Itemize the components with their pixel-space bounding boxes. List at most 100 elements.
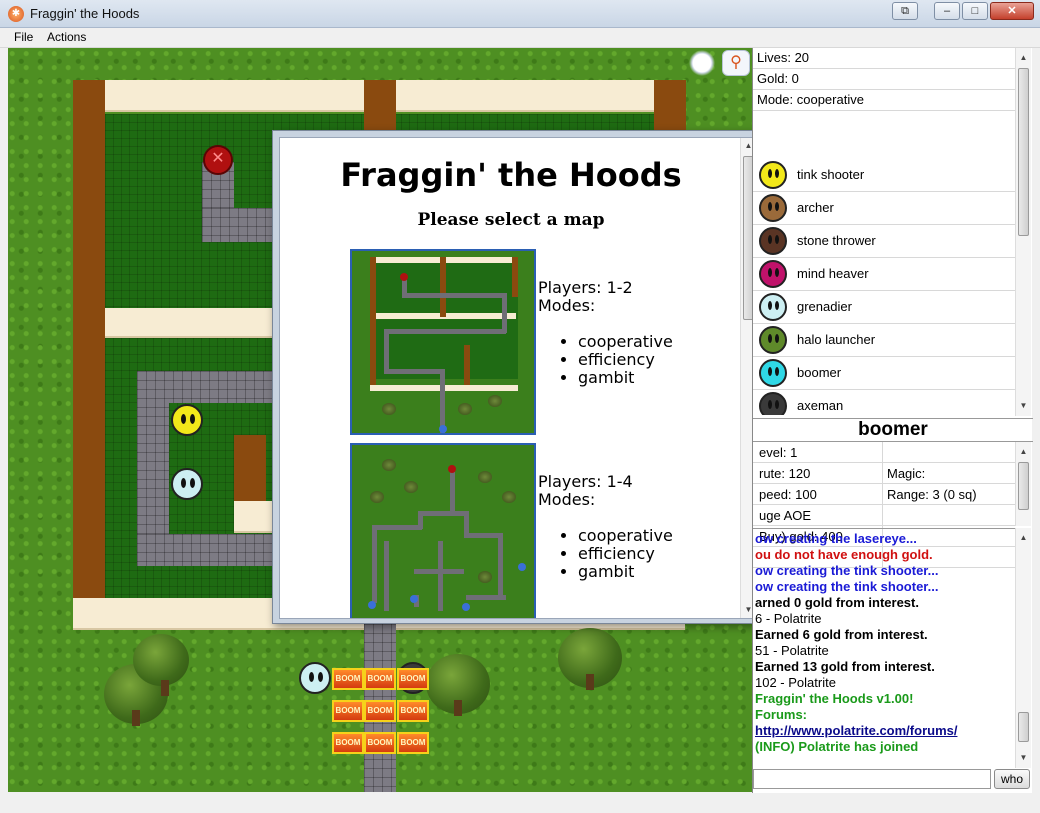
log-line: ow creating the tink shooter... (755, 563, 939, 578)
scroll-up-icon[interactable]: ▲ (1016, 444, 1031, 459)
side-panel: Lives: 20 Gold: 0 Mode: cooperative tink… (752, 48, 1033, 793)
tower-item[interactable]: axeman (753, 390, 1015, 415)
window-title: Fraggin' the Hoods (30, 6, 140, 21)
boom-effect: BOOM (332, 700, 364, 722)
tower-label: grenadier (797, 299, 852, 314)
map-info-2: Players: 1-4 Modes: cooperative efficien… (538, 473, 673, 581)
tower-item[interactable]: mind heaver (753, 258, 1015, 291)
maximize-button[interactable]: □ (962, 2, 988, 20)
log-line: 102 - Polatrite (755, 675, 836, 690)
mini-bush (382, 459, 396, 471)
menu-actions[interactable]: Actions (47, 30, 86, 44)
mini-exit (518, 563, 526, 571)
zoom-icon[interactable]: ⚲ (722, 50, 750, 76)
wall (73, 80, 105, 598)
map-info-1: Players: 1-2 Modes: cooperative efficien… (538, 279, 673, 387)
dialog-title: Fraggin' the Hoods (340, 156, 682, 194)
mini-exit (368, 601, 376, 609)
menu-file[interactable]: File (14, 30, 33, 44)
scroll-down-icon[interactable]: ▼ (1016, 398, 1031, 413)
map-modes-label: Modes: (538, 490, 596, 509)
grenadier-unit[interactable] (171, 468, 203, 500)
tower-label: archer (797, 200, 834, 215)
mini-exit (439, 425, 447, 433)
scroll-down-icon[interactable]: ▼ (1016, 750, 1031, 765)
tower-item[interactable]: boomer (753, 357, 1015, 390)
log-line: ow creating the tink shooter... (755, 579, 939, 594)
tower-list: tink shooter archer stone thrower mind heav… (753, 159, 1015, 415)
boom-effect: BOOM (364, 732, 396, 754)
tower-item[interactable]: grenadier (753, 291, 1015, 324)
boom-effect: BOOM (332, 668, 364, 690)
tink-shooter-unit[interactable] (171, 404, 203, 436)
map-modes-label: Modes: (538, 296, 596, 315)
gold-stat: Gold: 0 (753, 69, 1015, 90)
tower-item[interactable]: tink shooter (753, 159, 1015, 192)
detail-cell: Range: 3 (0 sq) (887, 487, 977, 502)
detail-row: uge AOE (753, 505, 1015, 526)
message-log: ow creating the lasereye... ou do not hav… (753, 528, 1015, 768)
who-button[interactable]: who (994, 769, 1030, 789)
boom-effect: BOOM (364, 668, 396, 690)
detail-row: peed: 100 Range: 3 (0 sq) (753, 484, 1015, 505)
boom-effect: BOOM (397, 668, 429, 690)
chat-input[interactable] (753, 769, 991, 789)
map-thumbnail-1[interactable] (350, 249, 536, 435)
tower-list-scrollbar[interactable]: ▲ ▼ (1015, 48, 1031, 416)
mini-wall (370, 257, 376, 385)
mini-path (440, 369, 445, 433)
mini-bush (458, 403, 472, 415)
weather-icon[interactable] (688, 50, 716, 76)
tower-face-icon (759, 293, 787, 321)
restore-icon[interactable]: ⧉ (892, 2, 918, 20)
map-mode-item: gambit (578, 369, 673, 387)
lives-stat: Lives: 20 (753, 48, 1015, 69)
enemy-path (202, 208, 282, 242)
log-line: 6 - Polatrite (755, 611, 822, 626)
detail-cell: Magic: (887, 466, 926, 481)
tower-face-icon (759, 392, 787, 415)
log-line: (INFO) Polatrite has joined (755, 739, 919, 754)
mini-spawn (400, 273, 408, 281)
mini-spawn (448, 465, 456, 473)
status-bar (8, 793, 1032, 807)
close-button[interactable]: ✕ (990, 2, 1034, 20)
scroll-thumb[interactable] (1018, 462, 1029, 510)
map-players: Players: 1-4 (538, 472, 633, 491)
mini-bush (478, 571, 492, 583)
mini-path (464, 511, 469, 535)
tree (426, 654, 490, 716)
log-scrollbar[interactable]: ▲ ▼ (1015, 528, 1031, 768)
forum-link[interactable]: http://www.polatrite.com/forums/ (755, 723, 1015, 739)
map-players: Players: 1-2 (538, 278, 633, 297)
scroll-up-icon[interactable]: ▲ (1016, 530, 1031, 545)
mini-path (502, 293, 507, 333)
tree (558, 628, 622, 690)
mini-bush (404, 481, 418, 493)
tower-item[interactable]: halo launcher (753, 324, 1015, 357)
map-mode-item: gambit (578, 563, 673, 581)
details-scrollbar[interactable]: ▲ (1015, 442, 1031, 526)
map-mode-item: efficiency (578, 545, 673, 563)
grenadier-unit[interactable] (299, 662, 331, 694)
map-select-dialog: Fraggin' the Hoods Please select a map P… (272, 130, 762, 624)
tower-face-icon (759, 194, 787, 222)
map-thumbnail-2[interactable] (350, 443, 536, 618)
mini-wall (464, 345, 470, 385)
mini-path (384, 329, 389, 373)
tower-face-icon (759, 161, 787, 189)
scroll-thumb[interactable] (1018, 712, 1029, 742)
mode-stat: Mode: cooperative (753, 90, 1015, 111)
wall (364, 80, 396, 130)
scroll-up-icon[interactable]: ▲ (1016, 50, 1031, 65)
tower-item[interactable]: archer (753, 192, 1015, 225)
detail-row: rute: 120 Magic: (753, 463, 1015, 484)
scroll-thumb[interactable] (1018, 68, 1029, 236)
dialog-subtitle: Please select a map (417, 210, 605, 230)
detail-cell: evel: 1 (759, 445, 798, 460)
mini-path (402, 293, 506, 298)
tower-face-icon (759, 260, 787, 288)
mini-path (384, 369, 444, 374)
tower-item[interactable]: stone thrower (753, 225, 1015, 258)
minimize-button[interactable]: – (934, 2, 960, 20)
